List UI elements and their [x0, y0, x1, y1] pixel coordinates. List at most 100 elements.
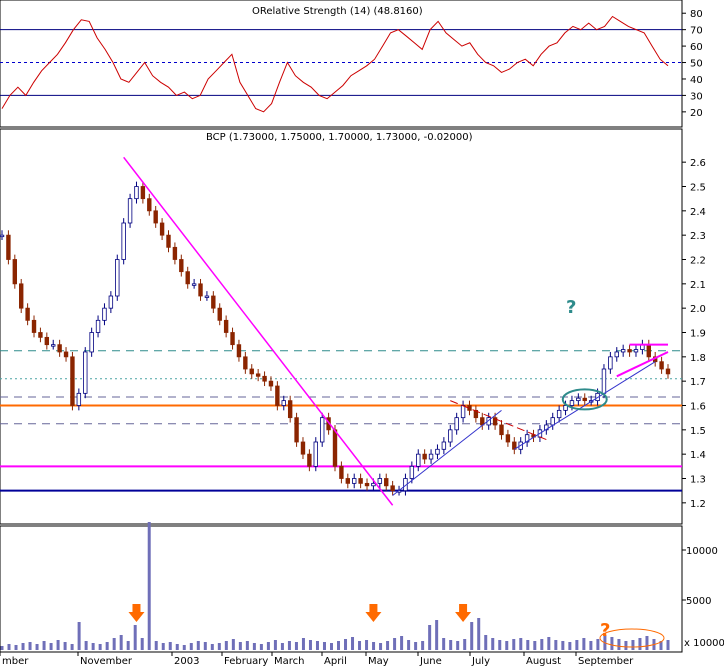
candle-body — [63, 351, 69, 358]
volume-bar — [400, 636, 404, 650]
candle-body — [435, 448, 440, 455]
volume-bar — [238, 642, 242, 650]
stock-chart: ORelative Strength (14) (48.8160) BCP (1… — [0, 0, 724, 667]
candle-body — [230, 332, 235, 346]
candle-body — [307, 453, 312, 467]
volume-tick-label: 5000 — [686, 596, 711, 607]
volume-bar — [498, 640, 502, 650]
volume-bar — [98, 644, 102, 650]
candle-body — [390, 485, 395, 492]
volume-bar — [231, 639, 235, 650]
volume-bar — [0, 646, 4, 650]
rsi-tick-label: 40 — [690, 75, 703, 86]
rsi-tick-label: 50 — [690, 59, 703, 70]
candle-body — [332, 429, 338, 467]
candle-body — [83, 351, 88, 394]
candle-body — [44, 336, 50, 346]
candle-body — [454, 417, 459, 431]
volume-bar — [77, 622, 81, 650]
volume-bar — [491, 638, 495, 650]
candle-body — [249, 368, 254, 375]
candle-body — [57, 344, 62, 353]
candle-body — [121, 222, 126, 260]
candle-body — [601, 368, 607, 394]
volume-bar — [112, 638, 116, 650]
volume-bar — [533, 641, 537, 650]
candle-body — [198, 283, 203, 297]
candle-body — [659, 361, 664, 370]
candle-body — [627, 349, 632, 353]
chart-stage: ORelative Strength (14) (48.8160) BCP (1… — [0, 0, 724, 667]
candle-body — [38, 332, 43, 338]
volume-bar — [344, 639, 348, 650]
candle-body — [179, 259, 184, 273]
volume-bar — [35, 644, 39, 650]
price-tick-label: 1.2 — [690, 499, 706, 510]
candle-body — [70, 356, 75, 406]
volume-bar — [617, 639, 621, 650]
candle-body — [428, 453, 434, 460]
candle-body — [12, 259, 18, 285]
price-tick-label: 2.3 — [690, 231, 706, 242]
candle-body — [0, 234, 5, 238]
candle-body — [147, 198, 152, 212]
candle-body — [441, 441, 447, 450]
candle-body — [89, 332, 94, 353]
candle-body — [460, 405, 466, 419]
candle-body — [6, 234, 11, 260]
x-tick-label: mber — [2, 656, 29, 667]
candle-body — [153, 210, 158, 224]
candle-body — [243, 356, 248, 370]
volume-bar — [280, 643, 284, 650]
volume-bar — [49, 643, 53, 650]
volume-panel-frame — [0, 525, 683, 653]
volume-bar — [526, 640, 530, 650]
volume-bar — [252, 643, 256, 650]
candle-body — [576, 397, 581, 402]
volume-bar — [266, 642, 270, 650]
x-tick-label: July — [471, 656, 490, 667]
candle-body — [409, 465, 415, 479]
volume-bar — [456, 641, 460, 650]
candle-body — [25, 307, 30, 321]
volume-bar — [505, 641, 509, 650]
volume-bar — [477, 618, 481, 650]
price-tick-label: 1.4 — [690, 450, 706, 461]
volume-bar — [126, 641, 130, 650]
volume-bar — [21, 643, 25, 650]
candle-body — [166, 234, 171, 248]
volume-bar — [414, 642, 418, 650]
volume-bar — [386, 641, 390, 650]
candle-body — [204, 295, 210, 298]
volume-bar — [666, 640, 670, 650]
volume-bar — [196, 641, 200, 650]
candle-body — [76, 392, 82, 406]
candle-body — [19, 283, 24, 309]
candle-body — [102, 307, 107, 321]
candle-body — [448, 429, 453, 443]
candle-body — [51, 344, 56, 347]
candle-body — [582, 397, 587, 402]
volume-bar — [56, 640, 60, 650]
candle-body — [185, 271, 190, 285]
candle-body — [140, 186, 146, 200]
volume-bar — [582, 638, 586, 650]
volume-bar — [7, 644, 11, 650]
x-tick-label: September — [578, 656, 634, 667]
volume-bar — [365, 640, 369, 650]
candle-body — [384, 478, 389, 487]
volume-bar — [645, 636, 649, 650]
volume-bar — [428, 625, 432, 650]
volume-bar — [329, 643, 333, 650]
volume-bar — [70, 644, 74, 650]
candle-body — [358, 478, 363, 484]
candle-body — [646, 344, 651, 358]
candle-body — [556, 409, 562, 419]
price-tick-label: 2.1 — [690, 280, 706, 291]
candle-body — [127, 198, 133, 224]
volume-bar — [147, 522, 151, 650]
volume-bar — [393, 638, 397, 650]
volume-bar — [638, 638, 642, 650]
candle-body — [95, 319, 101, 333]
price-tick-label: 2.6 — [690, 158, 706, 169]
